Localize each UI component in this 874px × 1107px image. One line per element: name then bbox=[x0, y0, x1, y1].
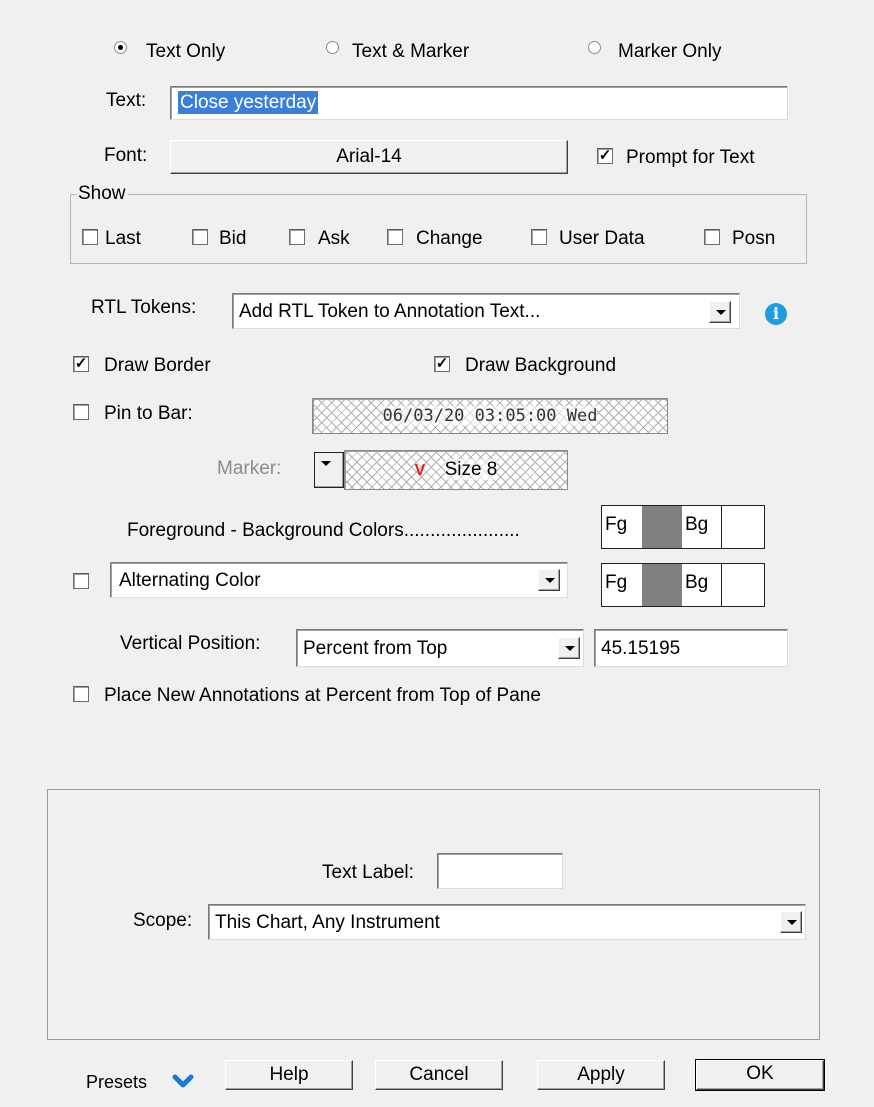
vertical-position-label: Vertical Position: bbox=[120, 633, 261, 654]
colors-fg-swatch[interactable] bbox=[642, 506, 682, 548]
text-and-marker-label: Text & Marker bbox=[352, 41, 470, 62]
alternating-color-value: Alternating Color bbox=[119, 570, 261, 591]
info-icon[interactable]: i bbox=[765, 303, 787, 325]
colors-bg-swatch[interactable] bbox=[722, 506, 764, 548]
prompt-for-text-checkbox[interactable]: ✓ bbox=[597, 148, 613, 164]
alternating-bg-swatch[interactable] bbox=[722, 564, 764, 606]
text-label: Text: bbox=[106, 90, 147, 111]
scope-label: Scope: bbox=[133, 910, 193, 931]
show-ask-checkbox[interactable] bbox=[289, 229, 305, 245]
rtl-tokens-select[interactable]: Add RTL Token to Annotation Text... bbox=[232, 293, 740, 329]
scope-value: This Chart, Any Instrument bbox=[215, 912, 440, 933]
vertical-position-number[interactable]: 45.15195 bbox=[594, 629, 788, 667]
place-new-annotations-checkbox[interactable] bbox=[73, 686, 89, 702]
show-last-checkbox[interactable] bbox=[82, 229, 98, 245]
text-label-input[interactable] bbox=[437, 853, 563, 889]
marker-only-radio[interactable] bbox=[588, 41, 601, 54]
text-only-radio[interactable] bbox=[114, 41, 127, 54]
help-button[interactable]: Help bbox=[225, 1060, 353, 1090]
marker-glyph: V bbox=[414, 462, 426, 479]
marker-dropdown-button[interactable] bbox=[314, 452, 344, 488]
colors-swatch[interactable]: Fg Bg bbox=[601, 505, 765, 549]
alternating-color-checkbox[interactable] bbox=[73, 573, 89, 589]
prompt-for-text-label: Prompt for Text bbox=[626, 147, 755, 168]
alternating-swatch[interactable]: Fg Bg bbox=[601, 563, 765, 607]
marker-only-label: Marker Only bbox=[618, 41, 722, 62]
vertical-position-number-value: 45.15195 bbox=[601, 638, 681, 659]
show-ask-label: Ask bbox=[318, 228, 350, 249]
place-new-annotations-label: Place New Annotations at Percent from To… bbox=[104, 685, 541, 706]
text-only-label: Text Only bbox=[146, 41, 226, 62]
show-change-label: Change bbox=[416, 228, 483, 249]
pin-to-bar-datetime-value: 06/03/20 03:05:00 Wed bbox=[382, 406, 598, 426]
colors-fg-label: Fg bbox=[602, 506, 642, 548]
scope-dropdown-button[interactable] bbox=[780, 911, 802, 933]
rtl-tokens-dropdown-button[interactable] bbox=[709, 301, 731, 323]
apply-button[interactable]: Apply bbox=[537, 1060, 665, 1090]
rtl-tokens-label: RTL Tokens: bbox=[91, 297, 197, 318]
colors-bg-label: Bg bbox=[682, 506, 722, 548]
alternating-fg-swatch[interactable] bbox=[642, 564, 682, 606]
marker-select[interactable]: V Size 8 bbox=[344, 450, 568, 490]
show-user-data-checkbox[interactable] bbox=[531, 229, 547, 245]
show-posn-label: Posn bbox=[732, 228, 776, 249]
rtl-tokens-value: Add RTL Token to Annotation Text... bbox=[239, 301, 541, 322]
draw-background-checkbox[interactable]: ✓ bbox=[434, 356, 450, 372]
show-posn-checkbox[interactable] bbox=[704, 229, 720, 245]
alternating-fg-label: Fg bbox=[602, 564, 642, 606]
marker-size: Size 8 bbox=[444, 459, 498, 480]
pin-to-bar-checkbox[interactable] bbox=[73, 404, 89, 420]
chevron-down-icon[interactable] bbox=[172, 1074, 194, 1090]
draw-background-label: Draw Background bbox=[465, 355, 617, 376]
show-bid-checkbox[interactable] bbox=[192, 229, 208, 245]
fg-bg-colors-label: Foreground - Background Colors..........… bbox=[127, 520, 520, 541]
show-bid-label: Bid bbox=[219, 228, 247, 249]
show-change-checkbox[interactable] bbox=[387, 229, 403, 245]
vertical-position-select[interactable]: Percent from Top bbox=[296, 629, 584, 667]
ok-button[interactable]: OK bbox=[695, 1059, 825, 1091]
draw-border-checkbox[interactable]: ✓ bbox=[73, 356, 89, 372]
draw-border-label: Draw Border bbox=[104, 355, 211, 376]
show-last-label: Last bbox=[105, 228, 141, 249]
alternating-color-select[interactable]: Alternating Color bbox=[110, 562, 568, 598]
scope-select[interactable]: This Chart, Any Instrument bbox=[208, 904, 806, 940]
vertical-position-value: Percent from Top bbox=[303, 638, 448, 659]
marker-label: Marker: bbox=[217, 458, 282, 479]
cancel-button[interactable]: Cancel bbox=[375, 1060, 503, 1090]
alternating-bg-label: Bg bbox=[682, 564, 722, 606]
font-label: Font: bbox=[104, 145, 148, 166]
text-input-value: Close yesterday bbox=[178, 91, 319, 114]
pin-to-bar-label: Pin to Bar: bbox=[104, 403, 193, 424]
font-button[interactable]: Arial-14 bbox=[170, 140, 568, 174]
text-input[interactable]: Close yesterday bbox=[170, 86, 788, 120]
text-label-label: Text Label: bbox=[322, 862, 414, 883]
text-and-marker-radio[interactable] bbox=[326, 41, 339, 54]
presets-label[interactable]: Presets bbox=[86, 1071, 147, 1093]
alternating-color-dropdown-button[interactable] bbox=[538, 569, 560, 591]
show-user-data-label: User Data bbox=[559, 228, 645, 249]
pin-to-bar-datetime[interactable]: 06/03/20 03:05:00 Wed bbox=[312, 398, 668, 434]
vertical-position-dropdown-button[interactable] bbox=[558, 637, 580, 659]
show-group-title: Show bbox=[76, 183, 128, 205]
